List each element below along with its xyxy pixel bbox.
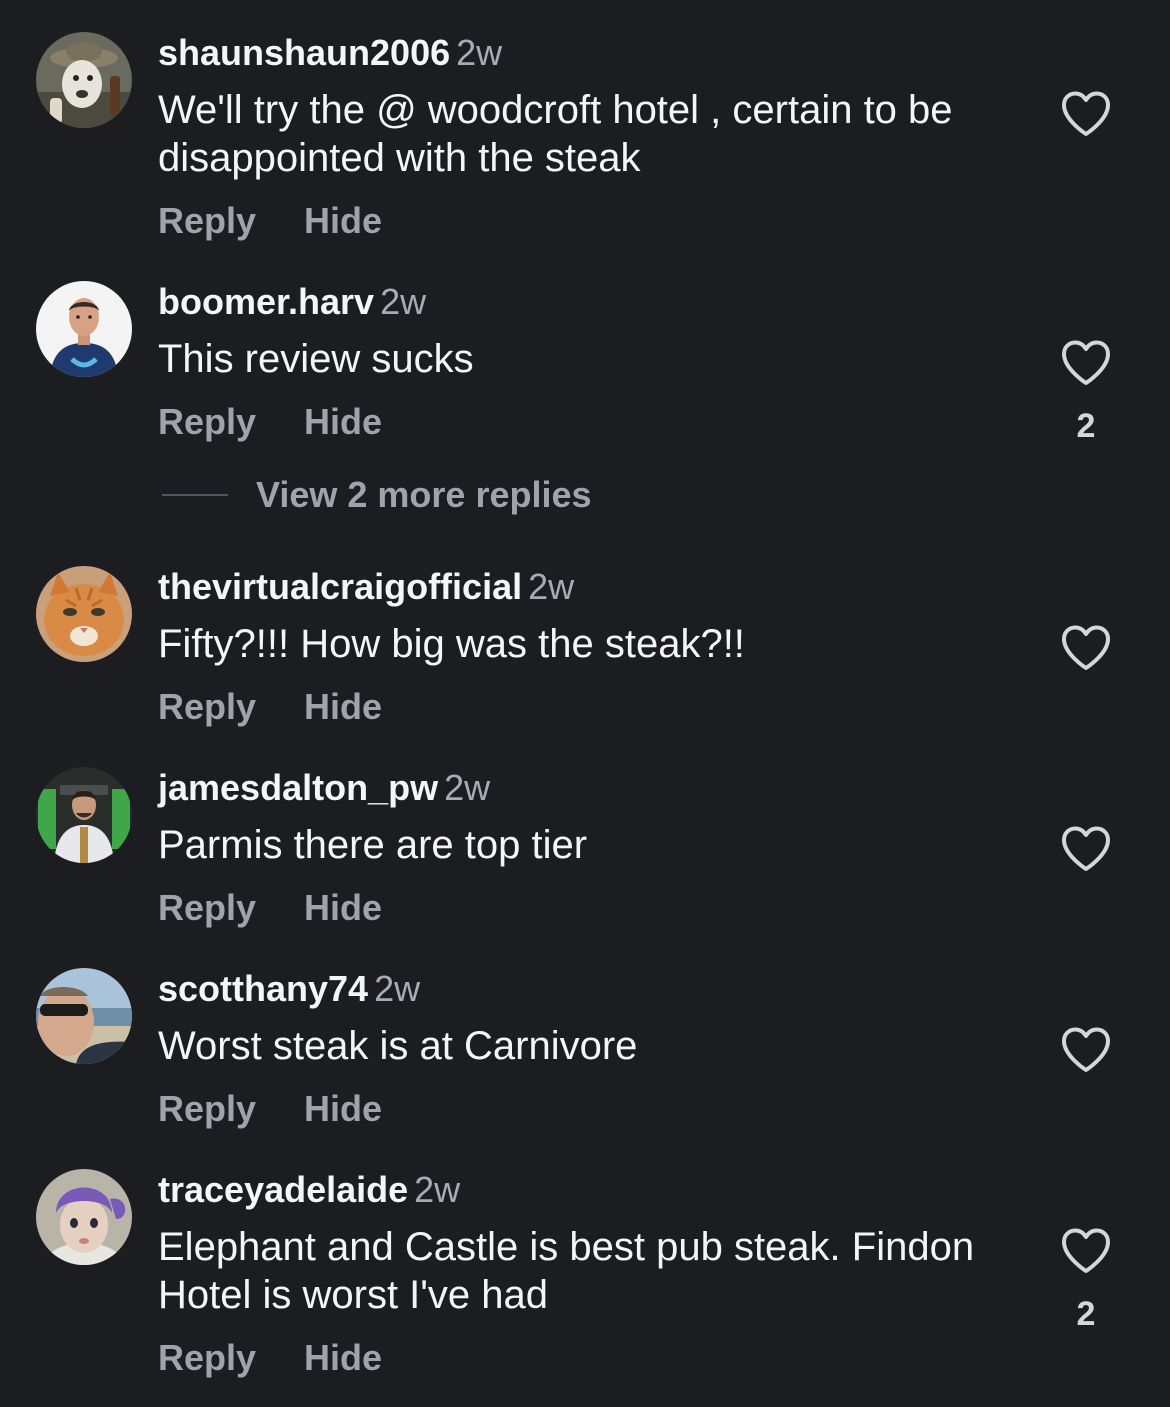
heart-outline-icon[interactable] <box>1060 624 1112 672</box>
comment-meta: traceyadelaide 2w <box>158 1169 1018 1211</box>
hide-button[interactable]: Hide <box>304 401 382 443</box>
comment-text: This review sucks <box>158 337 474 381</box>
orange-cat-avatar[interactable] <box>36 566 132 662</box>
view-more-replies-button[interactable]: View 2 more replies <box>162 474 592 516</box>
view-replies-label: View 2 more replies <box>256 474 592 515</box>
man-in-white-jacket-avatar[interactable] <box>36 767 132 863</box>
heart-outline-icon[interactable] <box>1060 1227 1112 1275</box>
heart-outline-icon[interactable] <box>1060 339 1112 387</box>
man-in-jersey-avatar[interactable] <box>36 281 132 377</box>
hide-button[interactable]: Hide <box>304 686 382 728</box>
timestamp: 2w <box>374 968 421 1009</box>
hide-button[interactable]: Hide <box>304 200 382 242</box>
comment-meta: thevirtualcraigofficial 2w <box>158 566 1018 608</box>
username[interactable]: thevirtualcraigofficial <box>158 566 522 607</box>
comment-meta: scotthany74 2w <box>158 968 1018 1010</box>
comment-meta: boomer.harv 2w <box>158 281 1018 323</box>
comment-text: Worst steak is at Carnivore <box>158 1024 638 1068</box>
comment-content: traceyadelaide 2w Elephant and Castle is … <box>158 1169 1018 1379</box>
comment-actions: Reply Hide <box>158 1337 1018 1379</box>
reply-button[interactable]: Reply <box>158 686 256 728</box>
timestamp: 2w <box>380 281 427 322</box>
timestamp: 2w <box>528 566 575 607</box>
comment-meta: jamesdalton_pw 2w <box>158 767 1018 809</box>
username[interactable]: jamesdalton_pw <box>158 767 438 808</box>
comment-actions: Reply Hide <box>158 1088 1018 1130</box>
bull-terrier-with-hat-avatar[interactable] <box>36 32 132 128</box>
comment-text: Parmis there are top tier <box>158 823 588 867</box>
reply-button[interactable]: Reply <box>158 401 256 443</box>
hide-button[interactable]: Hide <box>304 1088 382 1130</box>
reply-button[interactable]: Reply <box>158 1337 256 1379</box>
comment-content: shaunshaun2006 2w We'll try the @ woodcro… <box>158 32 1018 242</box>
like-count: 2 <box>1076 407 1096 445</box>
timestamp: 2w <box>414 1169 461 1210</box>
heart-outline-icon[interactable] <box>1060 90 1112 138</box>
username[interactable]: traceyadelaide <box>158 1169 408 1210</box>
heart-outline-icon[interactable] <box>1060 825 1112 873</box>
reply-button[interactable]: Reply <box>158 887 256 929</box>
hide-button[interactable]: Hide <box>304 1337 382 1379</box>
comment-actions: Reply Hide <box>158 200 1018 242</box>
child-with-purple-hair-avatar[interactable] <box>36 1169 132 1265</box>
reply-button[interactable]: Reply <box>158 200 256 242</box>
comment-actions: Reply Hide <box>158 401 1018 443</box>
comment-content: thevirtualcraigofficial 2w Fifty?!!! How … <box>158 566 1018 728</box>
comment-content: jamesdalton_pw 2w Parmis there are top ti… <box>158 767 1018 929</box>
replies-divider-line <box>162 494 228 496</box>
comment-content: boomer.harv 2w This review sucks Reply Hid… <box>158 281 1018 443</box>
comment-actions: Reply Hide <box>158 887 1018 929</box>
comment-text: Elephant and Castle is best pub steak. F… <box>158 1225 975 1317</box>
username[interactable]: shaunshaun2006 <box>158 32 450 73</box>
hide-button[interactable]: Hide <box>304 887 382 929</box>
comment-text: We'll try the @ woodcroft hotel , certai… <box>158 88 953 180</box>
heart-outline-icon[interactable] <box>1060 1026 1112 1074</box>
comment-text: Fifty?!!! How big was the steak?!! <box>158 622 745 666</box>
username[interactable]: boomer.harv <box>158 281 374 322</box>
comment-meta: shaunshaun2006 2w <box>158 32 1018 74</box>
timestamp: 2w <box>456 32 503 73</box>
man-with-sunglasses-beach-avatar[interactable] <box>36 968 132 1064</box>
timestamp: 2w <box>444 767 491 808</box>
like-count: 2 <box>1076 1295 1096 1333</box>
comment-content: scotthany74 2w Worst steak is at Carnivor… <box>158 968 1018 1130</box>
username[interactable]: scotthany74 <box>158 968 368 1009</box>
reply-button[interactable]: Reply <box>158 1088 256 1130</box>
comment-actions: Reply Hide <box>158 686 1018 728</box>
